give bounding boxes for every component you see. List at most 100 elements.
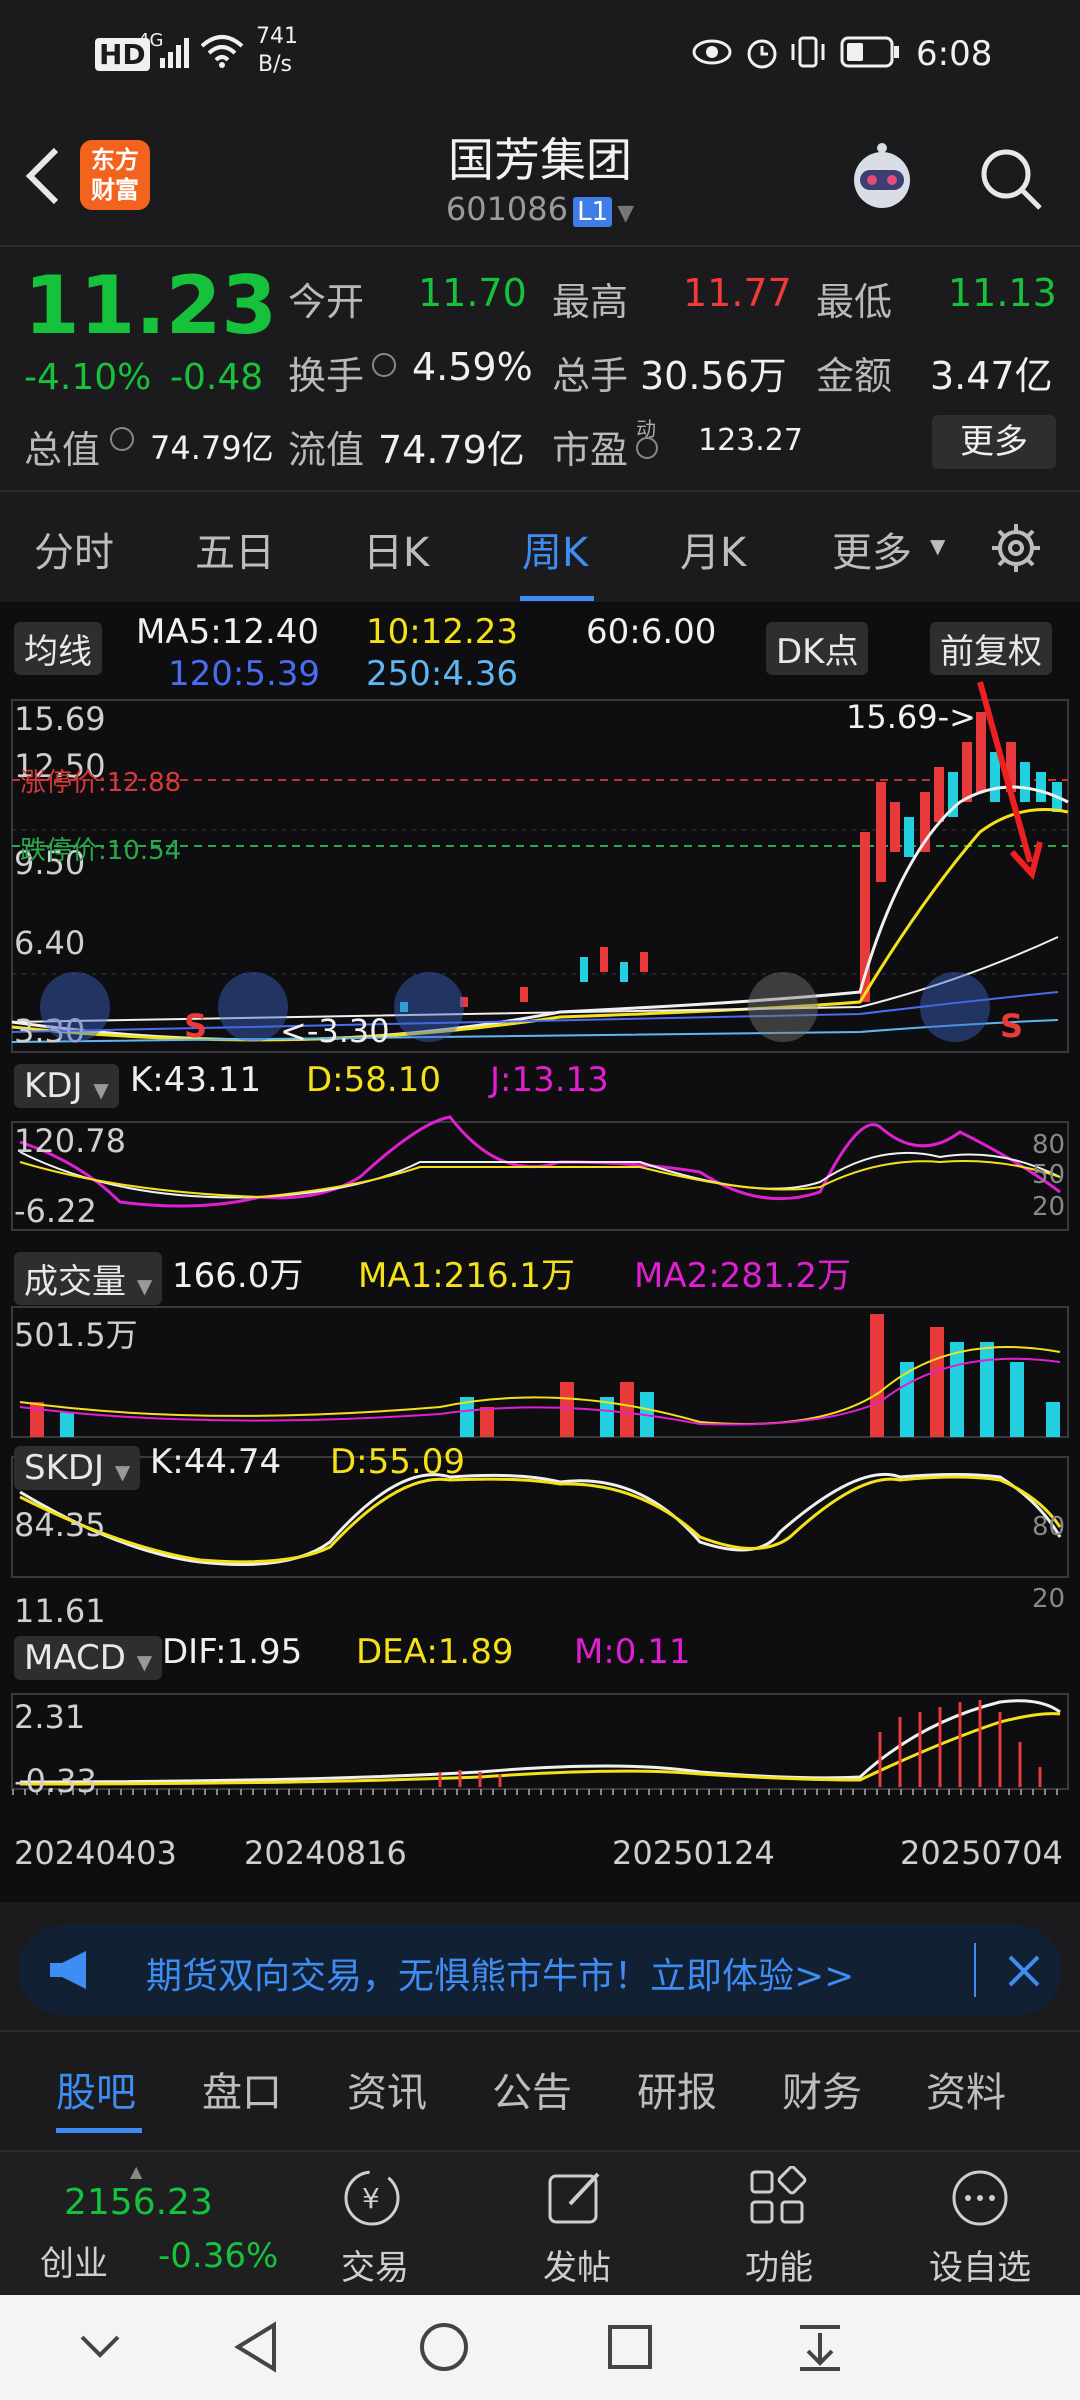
back-icon[interactable]: [232, 2321, 280, 2373]
net-speed-value: 741: [256, 24, 298, 49]
stock-code: 601086: [445, 190, 568, 228]
net-speed-unit: B/s: [258, 52, 292, 77]
high-value: 11.77: [683, 271, 792, 315]
date-label: 20250124: [612, 1834, 775, 1872]
edit-icon[interactable]: [544, 2166, 608, 2230]
high-marker: 15.69->: [846, 698, 976, 736]
download-icon[interactable]: [796, 2321, 844, 2373]
skdj-axis-top: 84.35: [14, 1506, 106, 1544]
more-button[interactable]: 更多: [932, 415, 1056, 469]
low-label: 最低: [816, 280, 893, 324]
period-tabs: 分时 五日 日K 周K 月K 更多 ▼: [0, 490, 1080, 604]
macd-dea: DEA:1.89: [356, 1632, 514, 1672]
signal-icon: [160, 38, 189, 68]
kdj-axis-top: 120.78: [14, 1122, 126, 1160]
bottom-action-bar: ▲ 2156.23 创业 -0.36% ¥ 交易 发帖 功能 设自选: [0, 2150, 1080, 2297]
trade-icon[interactable]: ¥: [340, 2166, 404, 2230]
scroll-right-button[interactable]: [748, 972, 818, 1042]
pe-value: 123.27: [698, 423, 803, 458]
kdj-ref-50: 50: [1032, 1160, 1066, 1190]
zoom-out-button[interactable]: [218, 972, 288, 1042]
kdj-selector[interactable]: KDJ ▼: [14, 1064, 119, 1108]
volume-value: 30.56万: [640, 354, 787, 398]
kline-chart-area[interactable]: 均线 MA5:12.40 10:12.23 60:6.00 120:5.39 2…: [0, 602, 1080, 1902]
macd-dif: DIF:1.95: [162, 1632, 303, 1672]
tab-monthly[interactable]: 月K: [680, 520, 746, 578]
open-label: 今开: [288, 280, 365, 324]
status-bar: HD 4G 741 B/s 6:08: [0, 0, 1080, 110]
limit-down-price: 跌停价:10.54: [20, 836, 182, 866]
clock-time: 6:08: [916, 34, 993, 74]
reset-view-button[interactable]: [920, 972, 990, 1042]
content-tabs: 股吧 盘口 资讯 公告 研报 财务 资料: [0, 2030, 1080, 2142]
volume-axis-top: 501.5万: [14, 1316, 138, 1354]
tab-intraday[interactable]: 分时: [34, 520, 114, 578]
tab-forum[interactable]: 股吧: [56, 2060, 136, 2118]
home-icon[interactable]: [418, 2321, 470, 2373]
caret-up-icon: ▲: [130, 2162, 143, 2181]
tab-research[interactable]: 研报: [637, 2060, 717, 2118]
skdj-axis-bottom: 11.61: [14, 1592, 106, 1630]
level-badge: L1: [573, 197, 613, 227]
macd-name: MACD: [24, 1638, 126, 1678]
close-icon[interactable]: [1006, 1953, 1042, 1989]
float-cap-value: 74.79亿: [378, 428, 525, 472]
tab-news[interactable]: 资讯: [347, 2060, 427, 2118]
tab-orderbook[interactable]: 盘口: [202, 2060, 282, 2118]
active-tab-indicator: [520, 596, 594, 601]
kdj-ref-20: 20: [1032, 1192, 1066, 1222]
tab-announcements[interactable]: 公告: [492, 2060, 572, 2118]
stock-header: 东方 财富 国芳集团 601086 L1 ▼: [0, 110, 1080, 245]
kdj-axis-bottom: -6.22: [14, 1192, 97, 1230]
robot-assistant-icon[interactable]: [842, 138, 922, 218]
function-label[interactable]: 功能: [724, 2240, 834, 2289]
skdj-selector[interactable]: SKDJ ▼: [14, 1446, 141, 1490]
index-change: -0.36%: [158, 2236, 279, 2276]
chevron-down-icon[interactable]: [78, 2331, 122, 2361]
high-label: 最高: [552, 280, 629, 324]
skdj-d: D:55.09: [330, 1442, 465, 1482]
pe-label: 市盈: [552, 428, 629, 472]
tab-five-day[interactable]: 五日: [195, 520, 275, 578]
low-marker: <-3.30: [280, 1012, 390, 1050]
info-icon[interactable]: [372, 353, 396, 377]
change-percent: -4.10%: [24, 357, 152, 398]
tab-daily[interactable]: 日K: [363, 520, 429, 578]
vibrate-icon: [791, 36, 825, 68]
volume-selector[interactable]: 成交量 ▼: [14, 1252, 163, 1305]
skdj-ref-80: 80: [1032, 1512, 1066, 1542]
zoom-in-button[interactable]: [394, 972, 464, 1042]
info-icon[interactable]: [636, 437, 658, 459]
skdj-ref-20: 20: [1032, 1584, 1066, 1614]
more-dots-icon[interactable]: [948, 2166, 1012, 2230]
kdj-name: KDJ: [24, 1066, 83, 1106]
tab-profile[interactable]: 资料: [926, 2060, 1006, 2118]
recents-icon[interactable]: [606, 2323, 654, 2371]
volume-label: 总手: [552, 354, 629, 398]
turnover-label: 换手: [288, 354, 365, 398]
tab-finance[interactable]: 财务: [782, 2060, 862, 2118]
index-value[interactable]: 2156.23: [64, 2182, 213, 2223]
system-nav-bar: [0, 2295, 1080, 2400]
macd-selector[interactable]: MACD ▼: [14, 1636, 163, 1680]
alarm-icon: [747, 39, 777, 69]
add-favorite-label[interactable]: 设自选: [910, 2240, 1050, 2289]
active-tab-indicator: [56, 2128, 142, 2133]
gear-icon[interactable]: [988, 520, 1044, 576]
promo-banner[interactable]: 期货双向交易，无惧熊市牛市！立即体验>>: [18, 1925, 1062, 2015]
post-label[interactable]: 发帖: [522, 2240, 632, 2289]
grid-icon[interactable]: [746, 2166, 810, 2230]
kdj-ref-80: 80: [1032, 1130, 1066, 1160]
trade-label[interactable]: 交易: [320, 2240, 430, 2289]
svg-text:¥: ¥: [362, 2182, 380, 2215]
info-icon[interactable]: [110, 427, 134, 451]
scroll-left-button[interactable]: [40, 972, 110, 1042]
change-amount: -0.48: [170, 357, 264, 398]
search-icon[interactable]: [978, 146, 1044, 212]
battery-icon: [840, 36, 899, 68]
tab-weekly[interactable]: 周K: [522, 520, 588, 578]
price-axis-4: 6.40: [14, 924, 86, 962]
volume-value: 166.0万: [172, 1256, 304, 1296]
date-label: 20240816: [244, 1834, 407, 1872]
tab-more[interactable]: 更多: [832, 520, 912, 578]
